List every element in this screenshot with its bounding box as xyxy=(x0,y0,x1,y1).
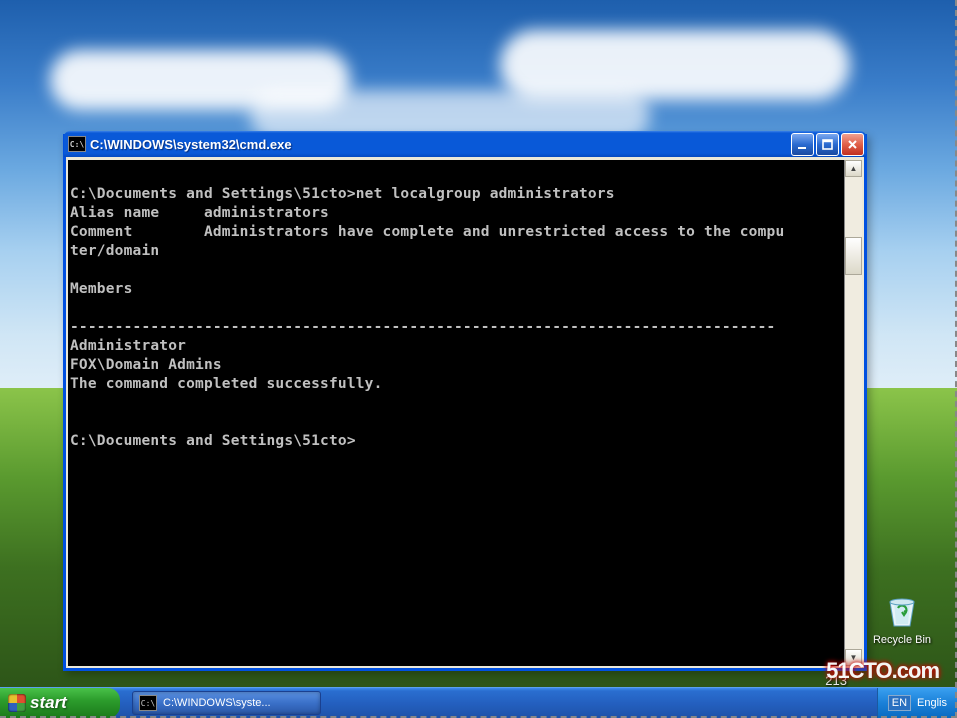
scroll-up-button[interactable]: ▲ xyxy=(845,160,862,177)
language-indicator-short[interactable]: EN xyxy=(888,695,911,711)
recycle-bin-label: Recycle Bin xyxy=(867,634,937,646)
window-title: C:\WINDOWS\system32\cmd.exe xyxy=(90,137,791,152)
windows-logo-icon xyxy=(8,694,26,712)
language-indicator-full: Englis xyxy=(917,697,947,709)
cmd-icon: C:\ xyxy=(68,136,86,152)
window-client-area: C:\Documents and Settings\51cto>net loca… xyxy=(68,160,862,666)
cmd-icon: C:\ xyxy=(139,695,157,711)
desktop: Recycle Bin C:\ C:\WINDOWS\system32\cmd.… xyxy=(0,0,957,718)
taskbar-button-cmd[interactable]: C:\ C:\WINDOWS\syste... xyxy=(132,691,321,715)
maximize-button[interactable] xyxy=(816,133,839,156)
watermark-main: 51CTO.com xyxy=(826,658,939,684)
terminal-output[interactable]: C:\Documents and Settings\51cto>net loca… xyxy=(68,160,844,666)
close-button[interactable] xyxy=(841,133,864,156)
taskbar: start C:\ C:\WINDOWS\syste... EN Englis xyxy=(0,687,957,718)
start-label: start xyxy=(30,693,67,713)
recycle-bin-icon[interactable]: Recycle Bin xyxy=(867,590,937,646)
minimize-button[interactable] xyxy=(791,133,814,156)
scroll-track[interactable] xyxy=(845,177,862,649)
titlebar[interactable]: C:\ C:\WINDOWS\system32\cmd.exe xyxy=(64,131,866,157)
taskbar-button-label: C:\WINDOWS\syste... xyxy=(163,697,271,709)
start-button[interactable]: start xyxy=(0,688,120,718)
system-tray[interactable]: EN Englis xyxy=(877,688,957,718)
recycle-bin-glyph xyxy=(882,590,922,630)
scrollbar[interactable]: ▲ ▼ xyxy=(844,160,862,666)
scroll-thumb[interactable] xyxy=(845,237,862,275)
window-buttons xyxy=(791,133,864,156)
cmd-window: C:\ C:\WINDOWS\system32\cmd.exe C:\Docum… xyxy=(63,134,867,671)
